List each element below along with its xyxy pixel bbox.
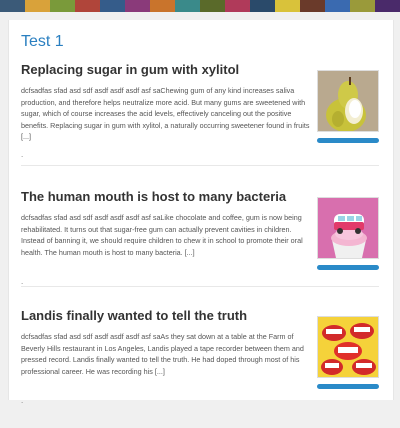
post-excerpt: dcfsadfas sfad asd sdf asdf asdf asdf as… xyxy=(21,332,304,376)
color-strip-segment xyxy=(100,0,125,12)
color-strip-segment xyxy=(50,0,75,12)
color-strip-segment xyxy=(200,0,225,12)
color-strip-segment xyxy=(275,0,300,12)
post-divider xyxy=(21,165,379,166)
post-divider xyxy=(21,286,379,287)
color-strip-segment xyxy=(350,0,375,12)
post-separator-dot: . xyxy=(21,277,24,286)
color-strip-segment xyxy=(150,0,175,12)
color-strip-segment xyxy=(125,0,150,12)
color-strip-segment xyxy=(250,0,275,12)
read-more-bar[interactable] xyxy=(317,138,379,143)
pear-icon xyxy=(318,71,378,131)
top-color-strip xyxy=(0,0,400,12)
post-item: The human mouth is host to many bacteria… xyxy=(9,189,395,309)
color-strip-segment xyxy=(325,0,350,12)
post-separator-dot: . xyxy=(21,150,24,159)
read-more-bar[interactable] xyxy=(317,384,379,389)
read-more-bar[interactable] xyxy=(317,265,379,270)
color-strip-segment xyxy=(25,0,50,12)
color-strip-segment xyxy=(75,0,100,12)
post-title-link[interactable]: The human mouth is host to many bacteria xyxy=(21,189,311,205)
page-title: Test 1 xyxy=(21,33,64,50)
cupcake-van-icon xyxy=(318,198,378,258)
post-item: Replacing sugar in gum with xylitol dcfs… xyxy=(9,62,395,182)
color-strip-segment xyxy=(175,0,200,12)
post-thumbnail[interactable] xyxy=(317,70,379,132)
color-strip-segment xyxy=(300,0,325,12)
chattering-teeth-icon xyxy=(318,317,378,377)
page-container: Test 1 Replacing sugar in gum with xylit… xyxy=(8,20,395,405)
post-item: Landis finally wanted to tell the truth … xyxy=(9,308,395,428)
color-strip-segment xyxy=(375,0,400,12)
post-title-link[interactable]: Landis finally wanted to tell the truth xyxy=(21,308,311,324)
post-excerpt: dcfsadfas sfad asd sdf asdf asdf asdf as… xyxy=(21,213,303,257)
post-excerpt: dcfsadfas sfad asd sdf asdf asdf asdf as… xyxy=(21,86,310,142)
post-thumbnail[interactable] xyxy=(317,197,379,259)
post-separator-dot: . xyxy=(21,396,24,405)
color-strip-segment xyxy=(225,0,250,12)
color-strip-segment xyxy=(0,0,25,12)
post-title-link[interactable]: Replacing sugar in gum with xylitol xyxy=(21,62,311,78)
post-thumbnail[interactable] xyxy=(317,316,379,378)
